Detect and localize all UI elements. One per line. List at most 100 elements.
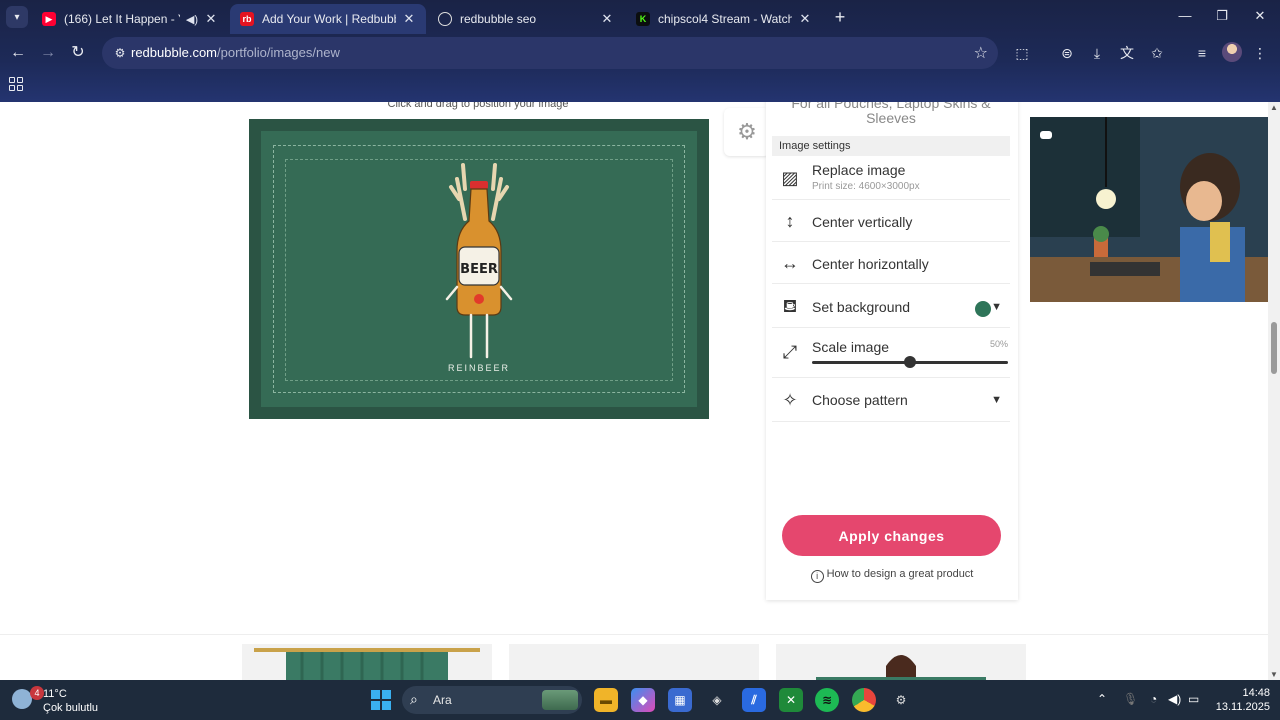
picture-in-picture-video[interactable] xyxy=(1030,117,1268,302)
weather-widget[interactable]: 4 11°C Çok bulutlu xyxy=(10,683,110,717)
close-icon[interactable]: ✕ xyxy=(798,11,812,27)
scale-percent: 50% xyxy=(989,339,1008,349)
close-icon[interactable]: ✕ xyxy=(402,11,416,27)
replace-image-label: Replace image xyxy=(812,162,906,178)
tab-chatgpt[interactable]: redbubble seo ✕ xyxy=(428,4,624,34)
translate-icon[interactable]: 文 xyxy=(1117,43,1137,63)
browser-chrome: ▾ ▶ (166) Let It Happen - YouTu ◀) ✕ rb … xyxy=(0,0,1280,102)
tab-youtube[interactable]: ▶ (166) Let It Happen - YouTu ◀) ✕ xyxy=(32,4,228,34)
search-icon: ⌕ xyxy=(410,691,418,707)
tab-kick[interactable]: K chipscol4 Stream - Watch Live o ✕ xyxy=(626,4,822,34)
favorites-icon[interactable]: ✩ xyxy=(1147,43,1167,63)
wifi-icon[interactable]: ◔ xyxy=(1150,692,1157,706)
weather-condition: Çok bulutlu xyxy=(43,702,99,714)
close-icon[interactable]: ✕ xyxy=(204,11,218,27)
apply-changes-button[interactable]: Apply changes xyxy=(782,515,1001,556)
product-preview-curtain[interactable] xyxy=(242,644,492,680)
print-size-text: Print size: 4600×3000px xyxy=(812,181,920,192)
scrollbar-thumb[interactable] xyxy=(1271,322,1277,374)
battery-icon[interactable]: ▭ xyxy=(1188,692,1199,706)
tab-search-button[interactable]: ▾ xyxy=(6,6,28,28)
product-preview-model[interactable] xyxy=(776,644,1026,680)
scale-slider[interactable] xyxy=(812,356,1008,368)
help-link-row[interactable]: i How to design a great product xyxy=(766,568,1018,583)
kick-icon: K xyxy=(636,12,650,26)
copilot-icon[interactable]: ◆ xyxy=(631,688,655,712)
bookmarks-bar xyxy=(0,72,1280,102)
system-clock[interactable]: 14:48 13.11.2025 xyxy=(1210,686,1270,714)
tab-strip: ▾ ▶ (166) Let It Happen - YouTu ◀) ✕ rb … xyxy=(0,0,1280,34)
page-scrollbar[interactable]: ▲ ▼ xyxy=(1268,102,1280,680)
scale-image-label: Scale image xyxy=(812,339,890,355)
back-button[interactable]: ← xyxy=(7,42,29,64)
curtain-preview-image xyxy=(254,648,480,680)
xbox-icon[interactable]: ✕ xyxy=(779,688,803,712)
center-vertically-row[interactable]: ↕ Center vertically xyxy=(772,200,1010,242)
download-icon[interactable]: ⤓ xyxy=(1087,43,1107,63)
menu-icon[interactable]: ⋮ xyxy=(1250,43,1270,63)
search-highlight-image xyxy=(542,690,578,710)
chevron-down-icon: ▾ xyxy=(14,11,20,23)
gear-icon[interactable]: ⚙ xyxy=(724,108,770,156)
new-tab-button[interactable]: + xyxy=(830,7,850,27)
spotify-icon[interactable]: ≋ xyxy=(815,688,839,712)
set-background-row[interactable]: ⛾ Set background ▼ xyxy=(772,284,1010,328)
center-horizontally-row[interactable]: ↔ Center horizontally xyxy=(772,242,1010,284)
bookmark-star-icon[interactable]: ☆ xyxy=(974,43,988,63)
store-icon[interactable]: ▦ xyxy=(668,688,692,712)
slider-handle[interactable] xyxy=(904,356,916,368)
file-explorer-icon[interactable]: ▬ xyxy=(594,688,618,712)
artwork-image[interactable]: BEER xyxy=(429,159,529,379)
paint-bucket-icon: ⛾ xyxy=(782,296,798,316)
start-button[interactable] xyxy=(371,690,391,710)
weather-badge: 4 xyxy=(30,686,44,700)
replace-image-row[interactable]: ▨ Replace image Print size: 4600×3000px xyxy=(772,158,1010,200)
media-controls-icon[interactable]: ≡ xyxy=(1192,43,1212,63)
profile-avatar[interactable] xyxy=(1222,42,1242,62)
chevron-down-icon[interactable]: ▼ xyxy=(991,301,1002,313)
clock-date: 13.11.2025 xyxy=(1215,701,1270,713)
url-domain: redbubble.com xyxy=(131,45,217,60)
choose-pattern-row[interactable]: ✧ Choose pattern ▼ xyxy=(772,378,1010,422)
tab-redbubble[interactable]: rb Add Your Work | Redbubble ✕ xyxy=(230,4,426,34)
tab-title: redbubble seo xyxy=(460,12,537,26)
site-info-icon[interactable]: ⚙ xyxy=(112,45,128,61)
set-background-label: Set background xyxy=(812,299,911,315)
background-color-swatch[interactable] xyxy=(975,301,991,317)
tray-overflow-icon[interactable]: ⌃ xyxy=(1097,692,1107,706)
editor-app-icon[interactable]: ⫽ xyxy=(742,688,766,712)
bottle-label-text: BEER xyxy=(460,262,498,277)
forward-button[interactable]: → xyxy=(37,42,59,64)
taskbar-search[interactable]: ⌕ Ara xyxy=(402,686,582,714)
product-title: For all Pouches, Laptop Skins & Sleeves xyxy=(791,102,991,126)
reload-button[interactable]: ↻ xyxy=(67,42,89,64)
scroll-down-icon[interactable]: ▼ xyxy=(1270,670,1278,679)
scale-icon: ⤢ xyxy=(782,342,798,362)
address-bar[interactable]: ⚙ redbubble.com/portfolio/images/new ☆ xyxy=(102,37,998,69)
volume-icon[interactable]: ◀) xyxy=(1168,692,1181,706)
chrome-icon[interactable] xyxy=(852,688,876,712)
redbubble-icon: rb xyxy=(240,12,254,26)
url-path: /portfolio/images/new xyxy=(217,45,340,60)
restore-button[interactable]: ❐ xyxy=(1210,6,1234,26)
scroll-up-icon[interactable]: ▲ xyxy=(1270,103,1278,112)
clock-time: 14:48 xyxy=(1242,687,1270,699)
chevron-down-icon[interactable]: ▼ xyxy=(991,394,1002,406)
chatgpt-icon xyxy=(438,12,452,26)
design-canvas[interactable]: BEER REINBEER xyxy=(249,119,709,419)
microphone-icon[interactable]: 🎙 xyxy=(1123,692,1138,706)
minimize-button[interactable]: — xyxy=(1173,6,1197,26)
section-divider xyxy=(0,634,1268,635)
help-link[interactable]: How to design a great product xyxy=(827,568,974,580)
speaker-icon[interactable]: ◀) xyxy=(186,13,198,26)
close-icon[interactable]: ✕ xyxy=(600,11,614,27)
apps-grid-icon[interactable] xyxy=(9,77,23,91)
product-preview-blank[interactable] xyxy=(509,644,759,680)
image-icon: ▨ xyxy=(781,168,799,188)
incognito-icon[interactable]: ⊜ xyxy=(1057,43,1077,63)
close-window-button[interactable]: ✕ xyxy=(1248,6,1272,26)
extensions-icon[interactable]: ⬚ xyxy=(1012,43,1032,63)
unity-icon[interactable]: ◈ xyxy=(705,688,729,712)
steam-icon[interactable]: ⚙ xyxy=(889,688,913,712)
model-preview-image xyxy=(816,655,986,680)
